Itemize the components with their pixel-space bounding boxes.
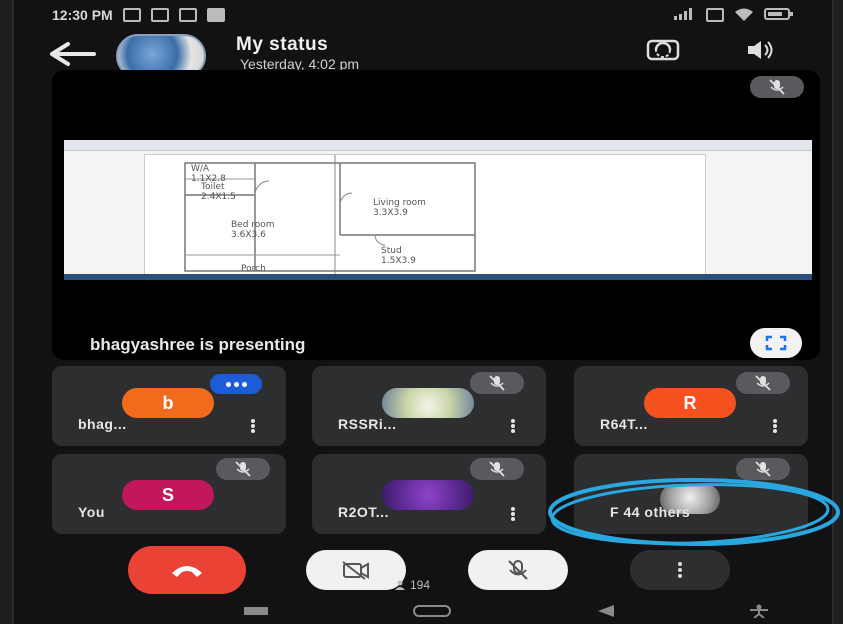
- more-options-button[interactable]: [508, 506, 518, 522]
- plan-label-toilet: Toilet 2.4X1.5: [201, 182, 236, 202]
- notification-icon: [150, 8, 169, 22]
- gallery-icon: [206, 8, 225, 22]
- status-bar: 12:30 PM: [14, 0, 832, 30]
- more-options-button[interactable]: [508, 418, 518, 434]
- participant-count-value: 194: [410, 578, 431, 592]
- participant-count: 194: [394, 578, 430, 592]
- mic-off-icon: [489, 461, 505, 477]
- participant-name: You: [78, 504, 105, 520]
- speaker-icon: [748, 41, 773, 59]
- phone-screen: 12:30 PM My status Yesterday, 4:02 pm W/…: [12, 0, 840, 624]
- screen-record-icon: [178, 8, 197, 22]
- others-count-label: F 44 others: [610, 504, 691, 520]
- system-nav-bar: [14, 598, 832, 624]
- more-vertical-icon: [678, 562, 682, 578]
- arrow-left-icon: [50, 42, 96, 66]
- participant-name: R2OT...: [338, 504, 389, 520]
- plan-label-bedroom: Bed room 3.6X3.6: [231, 220, 275, 240]
- participant-tile[interactable]: b bhag...: [52, 366, 286, 446]
- back-triangle-icon: [598, 605, 614, 617]
- camera-toggle-button[interactable]: [306, 550, 406, 590]
- participant-avatar: b: [122, 388, 214, 418]
- participant-avatar: [382, 480, 474, 510]
- presenting-label: bhagyashree is presenting: [90, 335, 306, 354]
- status-time: 12:30 PM: [52, 7, 113, 23]
- video-off-icon: [342, 561, 369, 580]
- alarm-icon: [122, 8, 141, 22]
- home-icon: [413, 605, 451, 617]
- more-options-button[interactable]: [248, 418, 258, 434]
- mic-off-icon: [489, 375, 505, 391]
- accessibility-icon: [750, 604, 768, 619]
- battery-icon: [764, 7, 794, 24]
- status-header: My status Yesterday, 4:02 pm: [14, 30, 832, 78]
- fullscreen-icon: [765, 335, 787, 351]
- recents-button[interactable]: [242, 604, 270, 622]
- back-nav-button[interactable]: [596, 604, 618, 623]
- mic-off-icon: [755, 375, 771, 391]
- document-toolbar: [64, 140, 812, 151]
- stage-mute-indicator: [750, 76, 804, 98]
- floor-plan-page: W/A 1.1X2.8 Toilet 2.4X1.5 Bed room 3.6X3.6…: [144, 154, 706, 278]
- mic-toggle-button[interactable]: [468, 550, 568, 590]
- presentation-stage: W/A 1.1X2.8 Toilet 2.4X1.5 Bed room 3.6X3.6…: [52, 70, 820, 360]
- participant-avatar: R: [644, 388, 736, 418]
- participant-tile[interactable]: R R64T...: [574, 366, 808, 446]
- speaker-button[interactable]: [744, 38, 778, 67]
- end-call-button[interactable]: [128, 546, 246, 594]
- participant-name: bhag...: [78, 416, 127, 432]
- back-button[interactable]: [48, 42, 98, 66]
- participant-name: R64T...: [600, 416, 648, 432]
- shared-screen: W/A 1.1X2.8 Toilet 2.4X1.5 Bed room 3.6X3.6…: [64, 140, 812, 280]
- participant-tile-others[interactable]: F 44 others: [574, 454, 808, 534]
- participant-tile[interactable]: RSSRi...: [312, 366, 546, 446]
- participant-avatar: [382, 388, 474, 418]
- mute-indicator: [736, 372, 790, 394]
- mic-off-icon: [769, 79, 785, 95]
- call-controls: 194: [14, 542, 832, 598]
- mic-off-icon: [755, 461, 771, 477]
- mute-indicator: [470, 458, 524, 480]
- plan-label-stud: Stud 1.5X3.9: [381, 246, 416, 266]
- plan-label-living: Living room 3.3X3.9: [373, 198, 426, 218]
- hang-up-icon: [172, 566, 202, 577]
- mute-indicator: [470, 372, 524, 394]
- home-button[interactable]: [412, 604, 452, 623]
- people-icon: [395, 580, 405, 590]
- switch-camera-button[interactable]: [646, 38, 680, 67]
- page-title: My status: [236, 34, 329, 55]
- camera-flip-icon: [646, 39, 680, 61]
- mic-off-icon: [235, 461, 251, 477]
- shared-taskbar: [64, 274, 812, 280]
- mute-indicator: [736, 458, 790, 480]
- participant-tile[interactable]: S You: [52, 454, 286, 534]
- participant-tile[interactable]: R2OT...: [312, 454, 546, 534]
- wifi-icon: [734, 7, 754, 24]
- fullscreen-button[interactable]: [750, 328, 802, 358]
- recents-icon: [244, 607, 268, 615]
- participant-avatar: S: [122, 480, 214, 510]
- network-type-icon: [706, 8, 724, 22]
- mic-off-icon: [508, 560, 528, 580]
- signal-icon: [674, 7, 696, 23]
- speaking-indicator: [210, 374, 262, 394]
- mute-indicator: [216, 458, 270, 480]
- more-options-button[interactable]: [630, 550, 730, 590]
- participant-name: RSSRi...: [338, 416, 397, 432]
- accessibility-button[interactable]: [748, 604, 770, 623]
- more-options-button[interactable]: [770, 418, 780, 434]
